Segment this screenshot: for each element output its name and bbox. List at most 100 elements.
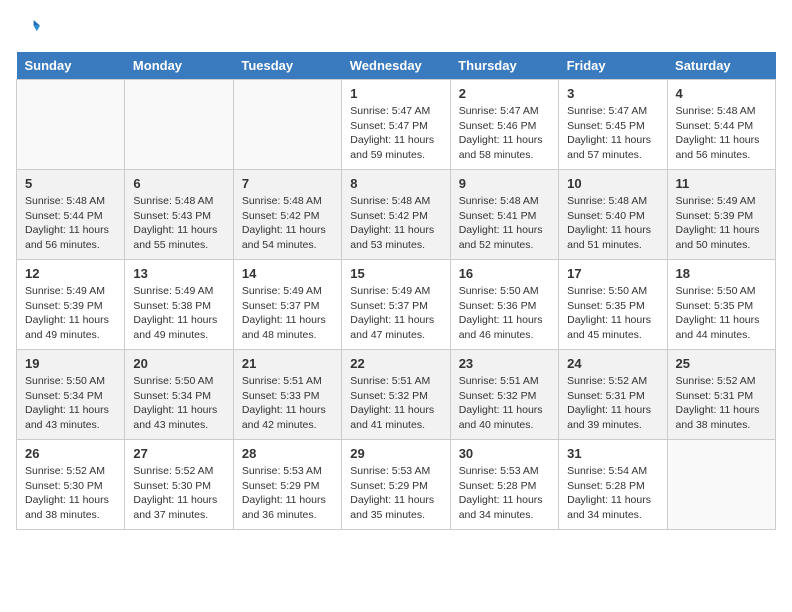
calendar-cell: 8 Sunrise: 5:48 AM Sunset: 5:42 PM Daylig… [342, 170, 450, 260]
day-number: 11 [676, 176, 767, 191]
calendar-cell: 29 Sunrise: 5:53 AM Sunset: 5:29 PM Dayli… [342, 440, 450, 530]
day-info: Sunrise: 5:50 AM Sunset: 5:35 PM Dayligh… [567, 284, 658, 343]
col-header-saturday: Saturday [667, 52, 775, 80]
day-number: 14 [242, 266, 333, 281]
calendar-week-2: 5 Sunrise: 5:48 AM Sunset: 5:44 PM Daylig… [17, 170, 776, 260]
day-number: 24 [567, 356, 658, 371]
day-info: Sunrise: 5:50 AM Sunset: 5:34 PM Dayligh… [25, 374, 116, 433]
calendar-cell: 14 Sunrise: 5:49 AM Sunset: 5:37 PM Dayli… [233, 260, 341, 350]
calendar-cell [17, 80, 125, 170]
day-info: Sunrise: 5:51 AM Sunset: 5:32 PM Dayligh… [459, 374, 550, 433]
calendar-cell: 27 Sunrise: 5:52 AM Sunset: 5:30 PM Dayli… [125, 440, 233, 530]
day-info: Sunrise: 5:48 AM Sunset: 5:44 PM Dayligh… [25, 194, 116, 253]
day-info: Sunrise: 5:51 AM Sunset: 5:32 PM Dayligh… [350, 374, 441, 433]
day-info: Sunrise: 5:52 AM Sunset: 5:30 PM Dayligh… [133, 464, 224, 523]
calendar-cell: 13 Sunrise: 5:49 AM Sunset: 5:38 PM Dayli… [125, 260, 233, 350]
calendar-cell: 10 Sunrise: 5:48 AM Sunset: 5:40 PM Dayli… [559, 170, 667, 260]
day-number: 17 [567, 266, 658, 281]
calendar-cell: 3 Sunrise: 5:47 AM Sunset: 5:45 PM Daylig… [559, 80, 667, 170]
day-number: 13 [133, 266, 224, 281]
day-info: Sunrise: 5:48 AM Sunset: 5:44 PM Dayligh… [676, 104, 767, 163]
calendar-week-3: 12 Sunrise: 5:49 AM Sunset: 5:39 PM Dayli… [17, 260, 776, 350]
day-info: Sunrise: 5:50 AM Sunset: 5:35 PM Dayligh… [676, 284, 767, 343]
page-header [16, 16, 776, 40]
col-header-friday: Friday [559, 52, 667, 80]
day-info: Sunrise: 5:53 AM Sunset: 5:29 PM Dayligh… [350, 464, 441, 523]
day-info: Sunrise: 5:47 AM Sunset: 5:47 PM Dayligh… [350, 104, 441, 163]
calendar-cell: 24 Sunrise: 5:52 AM Sunset: 5:31 PM Dayli… [559, 350, 667, 440]
day-info: Sunrise: 5:47 AM Sunset: 5:46 PM Dayligh… [459, 104, 550, 163]
calendar-cell: 5 Sunrise: 5:48 AM Sunset: 5:44 PM Daylig… [17, 170, 125, 260]
calendar-cell: 31Sunrise: 5:54 AM Sunset: 5:28 PM Dayli… [559, 440, 667, 530]
calendar-cell: 16 Sunrise: 5:50 AM Sunset: 5:36 PM Dayli… [450, 260, 558, 350]
day-number: 26 [25, 446, 116, 461]
col-header-monday: Monday [125, 52, 233, 80]
day-number: 2 [459, 86, 550, 101]
calendar-cell: 23 Sunrise: 5:51 AM Sunset: 5:32 PM Dayli… [450, 350, 558, 440]
calendar-cell: 25Sunrise: 5:52 AM Sunset: 5:31 PM Dayli… [667, 350, 775, 440]
day-number: 27 [133, 446, 224, 461]
calendar-cell: 7 Sunrise: 5:48 AM Sunset: 5:42 PM Daylig… [233, 170, 341, 260]
calendar-cell [233, 80, 341, 170]
day-info: Sunrise: 5:48 AM Sunset: 5:41 PM Dayligh… [459, 194, 550, 253]
day-info: Sunrise: 5:48 AM Sunset: 5:40 PM Dayligh… [567, 194, 658, 253]
col-header-thursday: Thursday [450, 52, 558, 80]
day-info: Sunrise: 5:47 AM Sunset: 5:45 PM Dayligh… [567, 104, 658, 163]
day-info: Sunrise: 5:52 AM Sunset: 5:31 PM Dayligh… [567, 374, 658, 433]
day-number: 28 [242, 446, 333, 461]
day-number: 1 [350, 86, 441, 101]
day-info: Sunrise: 5:51 AM Sunset: 5:33 PM Dayligh… [242, 374, 333, 433]
day-number: 30 [459, 446, 550, 461]
day-number: 5 [25, 176, 116, 191]
day-info: Sunrise: 5:49 AM Sunset: 5:38 PM Dayligh… [133, 284, 224, 343]
day-number: 8 [350, 176, 441, 191]
calendar-week-4: 19 Sunrise: 5:50 AM Sunset: 5:34 PM Dayli… [17, 350, 776, 440]
day-number: 6 [133, 176, 224, 191]
calendar-cell: 1 Sunrise: 5:47 AM Sunset: 5:47 PM Daylig… [342, 80, 450, 170]
day-number: 20 [133, 356, 224, 371]
day-number: 7 [242, 176, 333, 191]
day-number: 10 [567, 176, 658, 191]
day-info: Sunrise: 5:49 AM Sunset: 5:37 PM Dayligh… [350, 284, 441, 343]
calendar-header-row: SundayMondayTuesdayWednesdayThursdayFrid… [17, 52, 776, 80]
day-info: Sunrise: 5:53 AM Sunset: 5:29 PM Dayligh… [242, 464, 333, 523]
day-number: 15 [350, 266, 441, 281]
calendar-cell: 30Sunrise: 5:53 AM Sunset: 5:28 PM Dayli… [450, 440, 558, 530]
calendar-table: SundayMondayTuesdayWednesdayThursdayFrid… [16, 52, 776, 530]
calendar-cell: 19 Sunrise: 5:50 AM Sunset: 5:34 PM Dayli… [17, 350, 125, 440]
calendar-cell: 12 Sunrise: 5:49 AM Sunset: 5:39 PM Dayli… [17, 260, 125, 350]
calendar-cell: 4 Sunrise: 5:48 AM Sunset: 5:44 PM Daylig… [667, 80, 775, 170]
logo [16, 16, 44, 40]
col-header-tuesday: Tuesday [233, 52, 341, 80]
day-info: Sunrise: 5:49 AM Sunset: 5:39 PM Dayligh… [25, 284, 116, 343]
calendar-week-1: 1 Sunrise: 5:47 AM Sunset: 5:47 PM Daylig… [17, 80, 776, 170]
day-number: 16 [459, 266, 550, 281]
day-number: 31 [567, 446, 658, 461]
day-number: 29 [350, 446, 441, 461]
day-info: Sunrise: 5:48 AM Sunset: 5:42 PM Dayligh… [350, 194, 441, 253]
day-info: Sunrise: 5:48 AM Sunset: 5:42 PM Dayligh… [242, 194, 333, 253]
day-number: 19 [25, 356, 116, 371]
calendar-cell: 2 Sunrise: 5:47 AM Sunset: 5:46 PM Daylig… [450, 80, 558, 170]
day-info: Sunrise: 5:48 AM Sunset: 5:43 PM Dayligh… [133, 194, 224, 253]
day-number: 23 [459, 356, 550, 371]
calendar-cell: 6 Sunrise: 5:48 AM Sunset: 5:43 PM Daylig… [125, 170, 233, 260]
calendar-cell: 28 Sunrise: 5:53 AM Sunset: 5:29 PM Dayli… [233, 440, 341, 530]
day-number: 3 [567, 86, 658, 101]
logo-icon [16, 16, 40, 40]
day-info: Sunrise: 5:50 AM Sunset: 5:36 PM Dayligh… [459, 284, 550, 343]
calendar-cell [667, 440, 775, 530]
calendar-cell: 11Sunrise: 5:49 AM Sunset: 5:39 PM Dayli… [667, 170, 775, 260]
calendar-cell: 17 Sunrise: 5:50 AM Sunset: 5:35 PM Dayli… [559, 260, 667, 350]
day-number: 25 [676, 356, 767, 371]
day-number: 12 [25, 266, 116, 281]
col-header-sunday: Sunday [17, 52, 125, 80]
calendar-cell: 18 Sunrise: 5:50 AM Sunset: 5:35 PM Dayli… [667, 260, 775, 350]
day-info: Sunrise: 5:49 AM Sunset: 5:37 PM Dayligh… [242, 284, 333, 343]
day-number: 18 [676, 266, 767, 281]
day-number: 4 [676, 86, 767, 101]
day-info: Sunrise: 5:50 AM Sunset: 5:34 PM Dayligh… [133, 374, 224, 433]
calendar-cell: 9 Sunrise: 5:48 AM Sunset: 5:41 PM Daylig… [450, 170, 558, 260]
day-number: 9 [459, 176, 550, 191]
calendar-cell: 26Sunrise: 5:52 AM Sunset: 5:30 PM Dayli… [17, 440, 125, 530]
